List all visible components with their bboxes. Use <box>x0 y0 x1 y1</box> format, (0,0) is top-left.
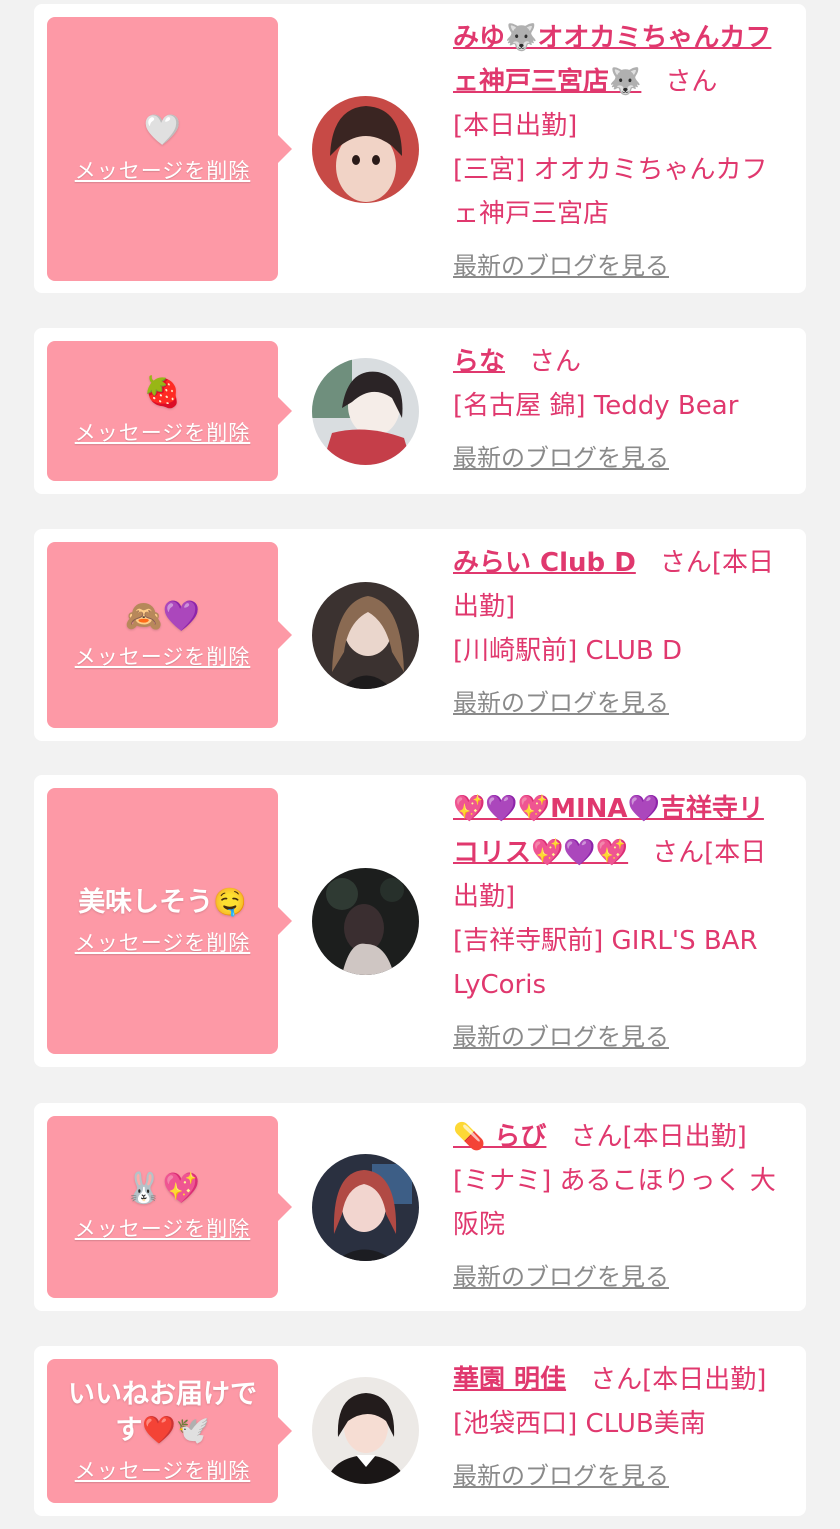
avatar[interactable] <box>312 96 419 203</box>
message-text: 美味しそう🤤 <box>78 886 247 918</box>
latest-blog-link[interactable]: 最新のブログを見る <box>453 436 669 480</box>
status-label: [本日出勤] <box>622 1122 747 1152</box>
message-bubble: 🐰💖 メッセージを削除 <box>47 1116 292 1298</box>
honorific-label: さん <box>529 347 582 377</box>
delete-message-link[interactable]: メッセージを削除 <box>75 927 251 957</box>
profile-name-link[interactable]: 💊 らび <box>453 1122 546 1152</box>
profile-info: 💖💜💖MINA💜吉祥寺リコリス💖💜💖 さん[本日出勤] [吉祥寺駅前] GIRL'… <box>453 787 786 1059</box>
message-text: 🍓 <box>143 375 182 410</box>
profile-info: みゆ🐺オオカミちゃんカフェ神戸三宮店🐺 さん [本日出勤] [三宮] オオカミちゃ… <box>453 16 786 288</box>
honorific-label: さん <box>665 67 718 97</box>
message-bubble: いいねお届けです❤️🕊️ メッセージを削除 <box>47 1359 292 1503</box>
latest-blog-link[interactable]: 最新のブログを見る <box>453 1454 669 1498</box>
delete-message-link[interactable]: メッセージを削除 <box>75 1213 251 1243</box>
profile-name-link[interactable]: らな <box>453 347 505 377</box>
message-text: 🙈💜 <box>125 599 200 634</box>
message-card: いいねお届けです❤️🕊️ メッセージを削除 華園 明佳 さん[本日出勤] [池袋西… <box>34 1346 806 1516</box>
location-label: [川崎駅前] CLUB D <box>453 636 683 666</box>
profile-info: みらい Club D さん[本日出勤] [川崎駅前] CLUB D 最新のブログを… <box>453 541 786 725</box>
avatar[interactable] <box>312 1377 419 1484</box>
delete-message-link[interactable]: メッセージを削除 <box>75 641 251 671</box>
location-label: [名古屋 錦] Teddy Bear <box>453 391 739 421</box>
profile-name-link[interactable]: みらい Club D <box>453 548 636 578</box>
honorific-label: さん <box>659 548 712 578</box>
latest-blog-link[interactable]: 最新のブログを見る <box>453 681 669 725</box>
message-text: いいねお届けです❤️🕊️ <box>68 1378 257 1446</box>
message-bubble: 美味しそう🤤 メッセージを削除 <box>47 788 292 1054</box>
latest-blog-link[interactable]: 最新のブログを見る <box>453 1015 669 1059</box>
latest-blog-link[interactable]: 最新のブログを見る <box>453 1255 669 1299</box>
honorific-label: さん <box>590 1365 643 1395</box>
honorific-label: さん <box>652 838 705 868</box>
message-card: 美味しそう🤤 メッセージを削除 💖💜💖MINA💜吉祥寺リコリス💖💜💖 さん[本日出… <box>34 775 806 1067</box>
delete-message-link[interactable]: メッセージを削除 <box>75 417 251 447</box>
status-label: [本日出勤] <box>642 1365 767 1395</box>
message-list: 🤍 メッセージを削除 みゆ🐺オオカミちゃんカフェ神戸三宮店🐺 さん [本日出勤] … <box>0 0 840 1529</box>
location-label: [吉祥寺駅前] GIRL'S BAR LyCoris <box>453 926 758 1000</box>
location-label: [池袋西口] CLUB美南 <box>453 1409 706 1439</box>
profile-name-link[interactable]: みゆ🐺オオカミちゃんカフェ神戸三宮店🐺 <box>453 23 771 97</box>
avatar[interactable] <box>312 868 419 975</box>
message-bubble: 🙈💜 メッセージを削除 <box>47 542 292 728</box>
message-bubble: 🤍 メッセージを削除 <box>47 17 292 281</box>
honorific-label: さん <box>570 1122 623 1152</box>
avatar[interactable] <box>312 1154 419 1261</box>
delete-message-link[interactable]: メッセージを削除 <box>75 1455 251 1485</box>
message-card: 🤍 メッセージを削除 みゆ🐺オオカミちゃんカフェ神戸三宮店🐺 さん [本日出勤] … <box>34 4 806 293</box>
message-text: 🐰💖 <box>125 1171 200 1206</box>
message-text: 🤍 <box>143 113 182 148</box>
profile-info: 💊 らび さん[本日出勤] [ミナミ] あるこほりっく 大阪院 最新のブログを見る <box>453 1115 786 1299</box>
profile-info: 華園 明佳 さん[本日出勤] [池袋西口] CLUB美南 最新のブログを見る <box>453 1358 786 1498</box>
message-card: 🍓 メッセージを削除 らな さん [名古屋 錦] Teddy Bear 最新のブロ… <box>34 328 806 494</box>
latest-blog-link[interactable]: 最新のブログを見る <box>453 244 669 288</box>
status-label: [本日出勤] <box>453 111 578 141</box>
profile-info: らな さん [名古屋 錦] Teddy Bear 最新のブログを見る <box>453 340 786 480</box>
avatar[interactable] <box>312 582 419 689</box>
location-label: [三宮] オオカミちゃんカフェ神戸三宮店 <box>453 155 768 229</box>
delete-message-link[interactable]: メッセージを削除 <box>75 155 251 185</box>
location-label: [ミナミ] あるこほりっく 大阪院 <box>453 1166 776 1240</box>
message-card: 🐰💖 メッセージを削除 💊 らび さん[本日出勤] [ミナミ] あるこほりっく 大… <box>34 1103 806 1311</box>
profile-name-link[interactable]: 華園 明佳 <box>453 1365 566 1395</box>
avatar[interactable] <box>312 358 419 465</box>
message-card: 🙈💜 メッセージを削除 みらい Club D さん[本日出勤] [川崎駅前] CL… <box>34 529 806 741</box>
message-bubble: 🍓 メッセージを削除 <box>47 341 292 481</box>
